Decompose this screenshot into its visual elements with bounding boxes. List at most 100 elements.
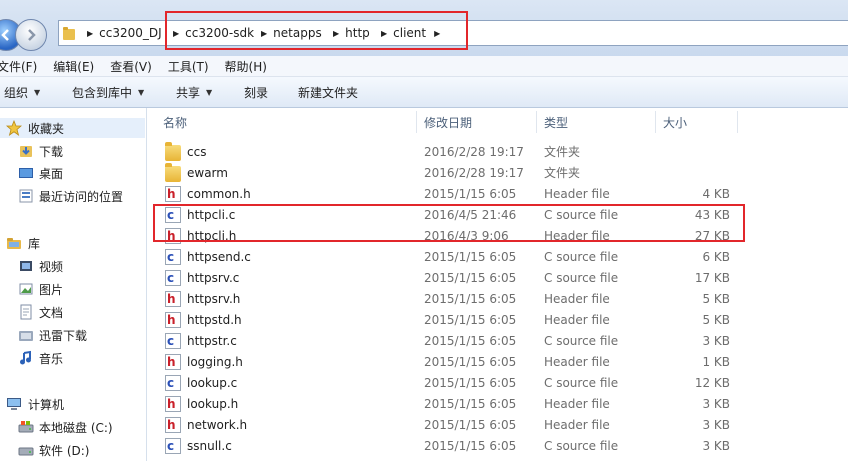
arrow-right-icon bbox=[28, 29, 36, 41]
file-size: 5 KB bbox=[702, 312, 730, 327]
sidebar-computer[interactable]: 计算机 bbox=[6, 394, 64, 414]
file-type: C source file bbox=[544, 438, 619, 453]
file-row[interactable]: c httpsrv.c 2015/1/15 6:05 C source file 17 … bbox=[147, 267, 848, 288]
file-size: 5 KB bbox=[702, 291, 730, 306]
column-header-date[interactable]: 修改日期 bbox=[424, 111, 472, 133]
column-header-size[interactable]: 大小 bbox=[663, 111, 687, 133]
file-row[interactable]: h httpstd.h 2015/1/15 6:05 Header file 5 KB bbox=[147, 309, 848, 330]
file-type: C source file bbox=[544, 207, 619, 222]
column-divider[interactable] bbox=[536, 111, 537, 133]
file-row[interactable]: h lookup.h 2015/1/15 6:05 Header file 3 KB bbox=[147, 393, 848, 414]
file-name-cell: c ssnull.c bbox=[165, 435, 232, 456]
sidebar-item-videos[interactable]: 视频 bbox=[18, 256, 63, 276]
column-divider[interactable] bbox=[737, 111, 738, 133]
file-row[interactable]: c ssnull.c 2015/1/15 6:05 C source file 3 KB bbox=[147, 435, 848, 456]
breadcrumb-http[interactable]: ▶ http bbox=[333, 21, 370, 45]
file-type-glyph: h bbox=[167, 417, 176, 432]
menu-tools[interactable]: 工具(T) bbox=[168, 58, 209, 75]
column-header-type[interactable]: 类型 bbox=[544, 111, 568, 133]
star-icon bbox=[5, 119, 23, 136]
sidebar-item-local-disk-c[interactable]: 本地磁盘 (C:) bbox=[18, 417, 113, 437]
file-name-cell: h lookup.h bbox=[165, 393, 238, 414]
c-source-file-icon: c bbox=[165, 269, 181, 286]
column-divider[interactable] bbox=[655, 111, 656, 133]
breadcrumb-cc3200-sdk[interactable]: ▶ cc3200-sdk bbox=[173, 21, 254, 45]
header-file-icon: h bbox=[165, 395, 181, 412]
file-type-glyph: c bbox=[167, 249, 175, 264]
file-row[interactable]: c httpcli.c 2016/4/5 21:46 C source file 43 … bbox=[147, 204, 848, 225]
sidebar-item-documents[interactable]: 文档 bbox=[18, 302, 63, 322]
dropdown-arrow-icon: ▼ bbox=[206, 87, 213, 97]
file-date: 2015/1/15 6:05 bbox=[424, 354, 517, 369]
folder-icon bbox=[165, 162, 181, 182]
organize-button[interactable]: 组织 ▼ bbox=[4, 77, 40, 107]
file-name-cell: c httpsend.c bbox=[165, 246, 251, 267]
sidebar-favorites[interactable]: 收藏夹 bbox=[0, 118, 145, 138]
downloads-icon bbox=[18, 143, 34, 159]
breadcrumb-cc3200-dj[interactable]: ▶ cc3200_DJ bbox=[87, 21, 162, 45]
column-divider[interactable] bbox=[416, 111, 417, 133]
file-name-cell: h httpstd.h bbox=[165, 309, 242, 330]
folder-icon bbox=[165, 141, 181, 161]
file-name: httpstd.h bbox=[187, 312, 242, 327]
file-name: network.h bbox=[187, 417, 248, 432]
file-row[interactable]: ewarm 2016/2/28 19:17 文件夹 bbox=[147, 162, 848, 183]
header-file-icon: h bbox=[165, 353, 181, 370]
file-name: lookup.c bbox=[187, 375, 238, 390]
c-source-file-icon: c bbox=[165, 437, 181, 454]
drive-icon bbox=[18, 419, 34, 435]
file-row[interactable]: h network.h 2015/1/15 6:05 Header file 3 KB bbox=[147, 414, 848, 435]
column-header-name[interactable]: 名称 bbox=[163, 111, 187, 133]
new-folder-button[interactable]: 新建文件夹 bbox=[298, 77, 358, 107]
file-row[interactable]: c httpstr.c 2015/1/15 6:05 C source file 3 K… bbox=[147, 330, 848, 351]
chevron-right-icon: ▶ bbox=[434, 28, 441, 38]
sidebar-item-desktop[interactable]: 桌面 bbox=[18, 163, 63, 183]
file-row[interactable]: h common.h 2015/1/15 6:05 Header file 4 KB bbox=[147, 183, 848, 204]
forward-button[interactable] bbox=[15, 19, 47, 51]
file-size bbox=[647, 162, 730, 183]
file-type-glyph: h bbox=[167, 312, 176, 327]
file-name: httpstr.c bbox=[187, 333, 237, 348]
include-in-library-button[interactable]: 包含到库中 ▼ bbox=[72, 77, 144, 107]
sidebar-item-pictures[interactable]: 图片 bbox=[18, 279, 63, 299]
address-bar[interactable]: ▶ cc3200_DJ ▶ cc3200-sdk ▶ netapps ▶ htt… bbox=[58, 20, 848, 46]
file-row[interactable]: c lookup.c 2015/1/15 6:05 C source file 12 K… bbox=[147, 372, 848, 393]
breadcrumb-netapps[interactable]: ▶ netapps bbox=[261, 21, 322, 45]
file-type: C source file bbox=[544, 249, 619, 264]
file-row[interactable]: h logging.h 2015/1/15 6:05 Header file 1 KB bbox=[147, 351, 848, 372]
file-type: C source file bbox=[544, 333, 619, 348]
sidebar-item-downloads[interactable]: 下载 bbox=[18, 141, 63, 161]
menu-file[interactable]: 文件(F) bbox=[0, 58, 37, 75]
burn-button[interactable]: 刻录 bbox=[244, 77, 268, 107]
share-button[interactable]: 共享 ▼ bbox=[176, 77, 212, 107]
file-name-cell: h httpcli.h bbox=[165, 225, 236, 246]
chevron-right-icon: ▶ bbox=[173, 28, 180, 38]
file-date: 2016/4/3 9:06 bbox=[424, 228, 509, 243]
menu-bar: 文件(F) 编辑(E) 查看(V) 工具(T) 帮助(H) bbox=[0, 56, 848, 77]
file-date: 2016/2/28 19:17 bbox=[424, 144, 524, 159]
menu-help[interactable]: 帮助(H) bbox=[225, 58, 267, 75]
file-size: 3 KB bbox=[702, 396, 730, 411]
breadcrumb-client[interactable]: ▶ client ▶ bbox=[381, 21, 440, 45]
file-row[interactable]: ccs 2016/2/28 19:17 文件夹 bbox=[147, 141, 848, 162]
file-type: 文件夹 bbox=[544, 145, 581, 159]
file-row[interactable]: h httpsrv.h 2015/1/15 6:05 Header file 5 KB bbox=[147, 288, 848, 309]
file-type-glyph: h bbox=[167, 186, 176, 201]
file-type-glyph: h bbox=[167, 291, 176, 306]
sidebar-item-music[interactable]: 音乐 bbox=[18, 348, 63, 368]
menu-view[interactable]: 查看(V) bbox=[110, 58, 152, 75]
file-name: httpcli.h bbox=[187, 228, 237, 243]
sidebar-item-recent-places[interactable]: 最近访问的位置 bbox=[18, 186, 123, 206]
file-date: 2015/1/15 6:05 bbox=[424, 270, 517, 285]
file-name-cell: ccs bbox=[165, 141, 206, 162]
file-row[interactable]: h httpcli.h 2016/4/3 9:06 Header file 27 KB bbox=[147, 225, 848, 246]
menu-edit[interactable]: 编辑(E) bbox=[53, 58, 94, 75]
file-date: 2015/1/15 6:05 bbox=[424, 249, 517, 264]
file-date: 2015/1/15 6:05 bbox=[424, 291, 517, 306]
file-name-cell: c httpsrv.c bbox=[165, 267, 239, 288]
sidebar-libraries[interactable]: 库 bbox=[6, 233, 40, 253]
sidebar-item-thunder-downloads[interactable]: 迅雷下载 bbox=[18, 325, 87, 345]
file-type: Header file bbox=[544, 417, 610, 432]
file-row[interactable]: c httpsend.c 2015/1/15 6:05 C source file 6 … bbox=[147, 246, 848, 267]
sidebar-item-software-d[interactable]: 软件 (D:) bbox=[18, 440, 89, 460]
